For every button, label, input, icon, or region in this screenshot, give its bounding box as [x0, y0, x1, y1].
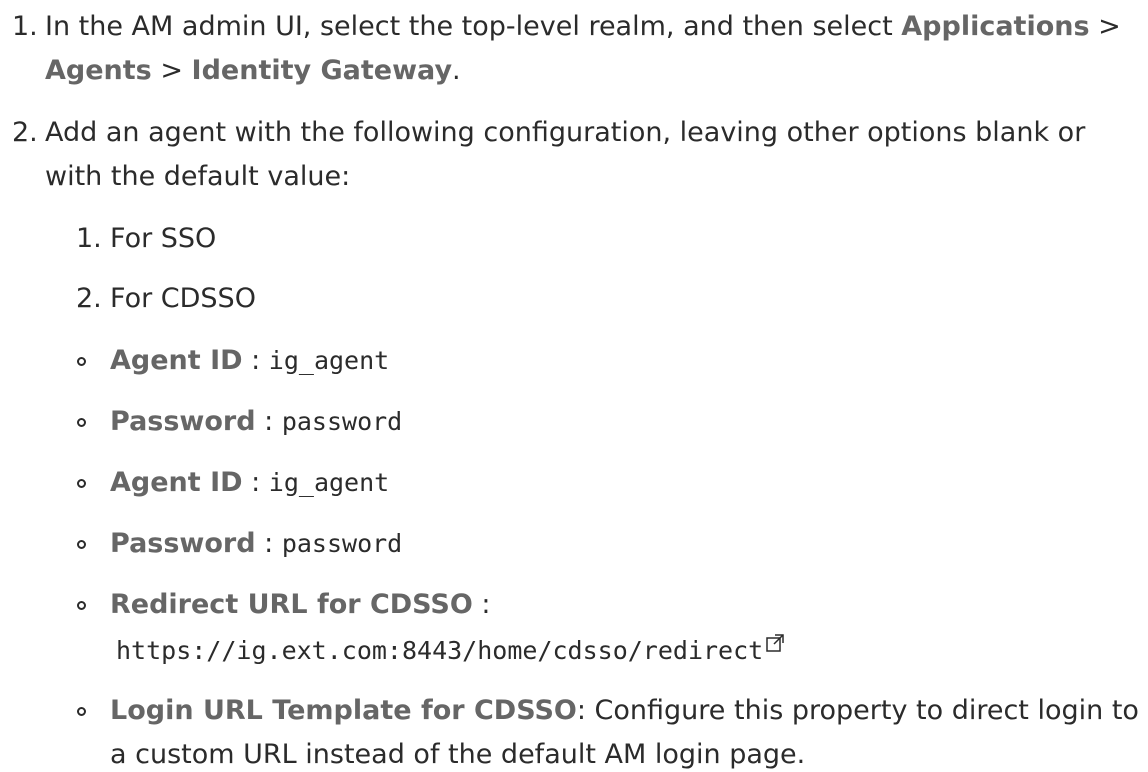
field-description-continued: a custom URL instead of the default AM l… [110, 739, 806, 770]
field-separator: : [255, 406, 282, 437]
menu-agents: Agents [45, 55, 152, 86]
step-text: Add an agent with the following configur… [45, 117, 1086, 148]
bullet-icon [77, 418, 86, 427]
field-value: ig_agent [268, 346, 390, 375]
field-value-line: https://ig.ext.com:8443/home/cdsso/redir… [116, 634, 785, 668]
list-item: Agent ID : ig_agent [110, 344, 389, 378]
field-value: ig_agent [268, 468, 390, 497]
substep-label: For CDSSO [110, 283, 256, 314]
step-number: 1. [12, 11, 38, 42]
external-link-icon[interactable] [765, 628, 785, 662]
field-value: password [281, 529, 403, 558]
field-description: Configure this property to direct login … [594, 695, 1139, 726]
field-label: Redirect URL for CDSSO [110, 589, 473, 620]
step-text-intro: In the AM admin UI, select the top-level… [45, 11, 902, 42]
substep-number: 1. [76, 223, 102, 254]
field-label: Agent ID [110, 345, 243, 376]
bullet-icon [77, 601, 86, 610]
bullet-icon [77, 479, 86, 488]
field-separator: : [242, 467, 269, 498]
field-label: Login URL Template for CDSSO [110, 695, 577, 726]
field-separator: : [242, 345, 269, 376]
bullet-icon [77, 357, 86, 366]
list-item: Agent ID : ig_agent [110, 466, 389, 500]
redirect-url-link[interactable]: https://ig.ext.com:8443/home/cdsso/redir… [116, 636, 763, 665]
step-text-continued: with the default value: [45, 161, 351, 192]
menu-identity-gateway: Identity Gateway [191, 55, 453, 86]
field-separator: : [472, 589, 491, 620]
field-separator: : [576, 695, 595, 726]
substep-label: For SSO [110, 223, 217, 254]
field-value: password [281, 407, 403, 436]
menu-separator: > [1089, 11, 1121, 42]
field-label: Password [110, 528, 256, 559]
field-separator: : [255, 528, 282, 559]
step-text: In the AM admin UI, select the top-level… [45, 10, 1121, 44]
step-text-continued: Agents > Identity Gateway. [45, 54, 461, 88]
bullet-icon [77, 540, 86, 549]
field-label: Password [110, 406, 256, 437]
field-label: Agent ID [110, 467, 243, 498]
step-period: . [452, 55, 461, 86]
menu-applications: Applications [901, 11, 1090, 42]
bullet-icon [77, 707, 86, 716]
substep-number: 2. [76, 283, 102, 314]
list-item: Password : password [110, 527, 402, 561]
list-item: Login URL Template for CDSSO: Configure … [110, 694, 1139, 728]
menu-separator: > [151, 55, 192, 86]
list-item: Password : password [110, 405, 402, 439]
step-number: 2. [12, 117, 38, 148]
list-item: Redirect URL for CDSSO : [110, 588, 491, 622]
